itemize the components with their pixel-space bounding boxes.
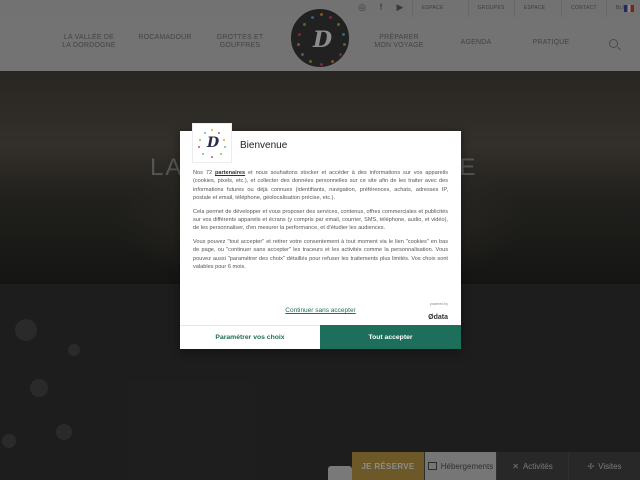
partners-link[interactable]: partenaires xyxy=(215,170,245,176)
modal-logo: D xyxy=(192,123,232,163)
consent-paragraph-1: Nos 72 partenaires et nous souhaitons st… xyxy=(193,170,448,202)
modal-actions: Paramétrer vos choix Tout accepter xyxy=(180,325,461,349)
consent-paragraph-2: Cela permet de développer et vous propos… xyxy=(193,208,448,232)
powered-by: powered by Ødata xyxy=(428,302,448,324)
powered-by-label: powered by xyxy=(429,302,448,306)
accept-all-button[interactable]: Tout accepter xyxy=(320,325,461,349)
modal-title: Bienvenue xyxy=(240,140,288,151)
didomi-logo: Ødata xyxy=(428,314,448,321)
consent-paragraph-3: Vous pouvez "tout accepter" et retirer v… xyxy=(193,238,448,271)
modal-body: Nos 72 partenaires et nous souhaitons st… xyxy=(193,169,448,276)
customize-choices-button[interactable]: Paramétrer vos choix xyxy=(180,325,320,349)
continue-without-accepting-link[interactable]: Continuer sans accepter xyxy=(180,307,461,314)
modal-logo-letter: D xyxy=(207,135,220,151)
cookie-consent-modal: D Bienvenue Nos 72 partenaires et nous s… xyxy=(180,123,461,349)
